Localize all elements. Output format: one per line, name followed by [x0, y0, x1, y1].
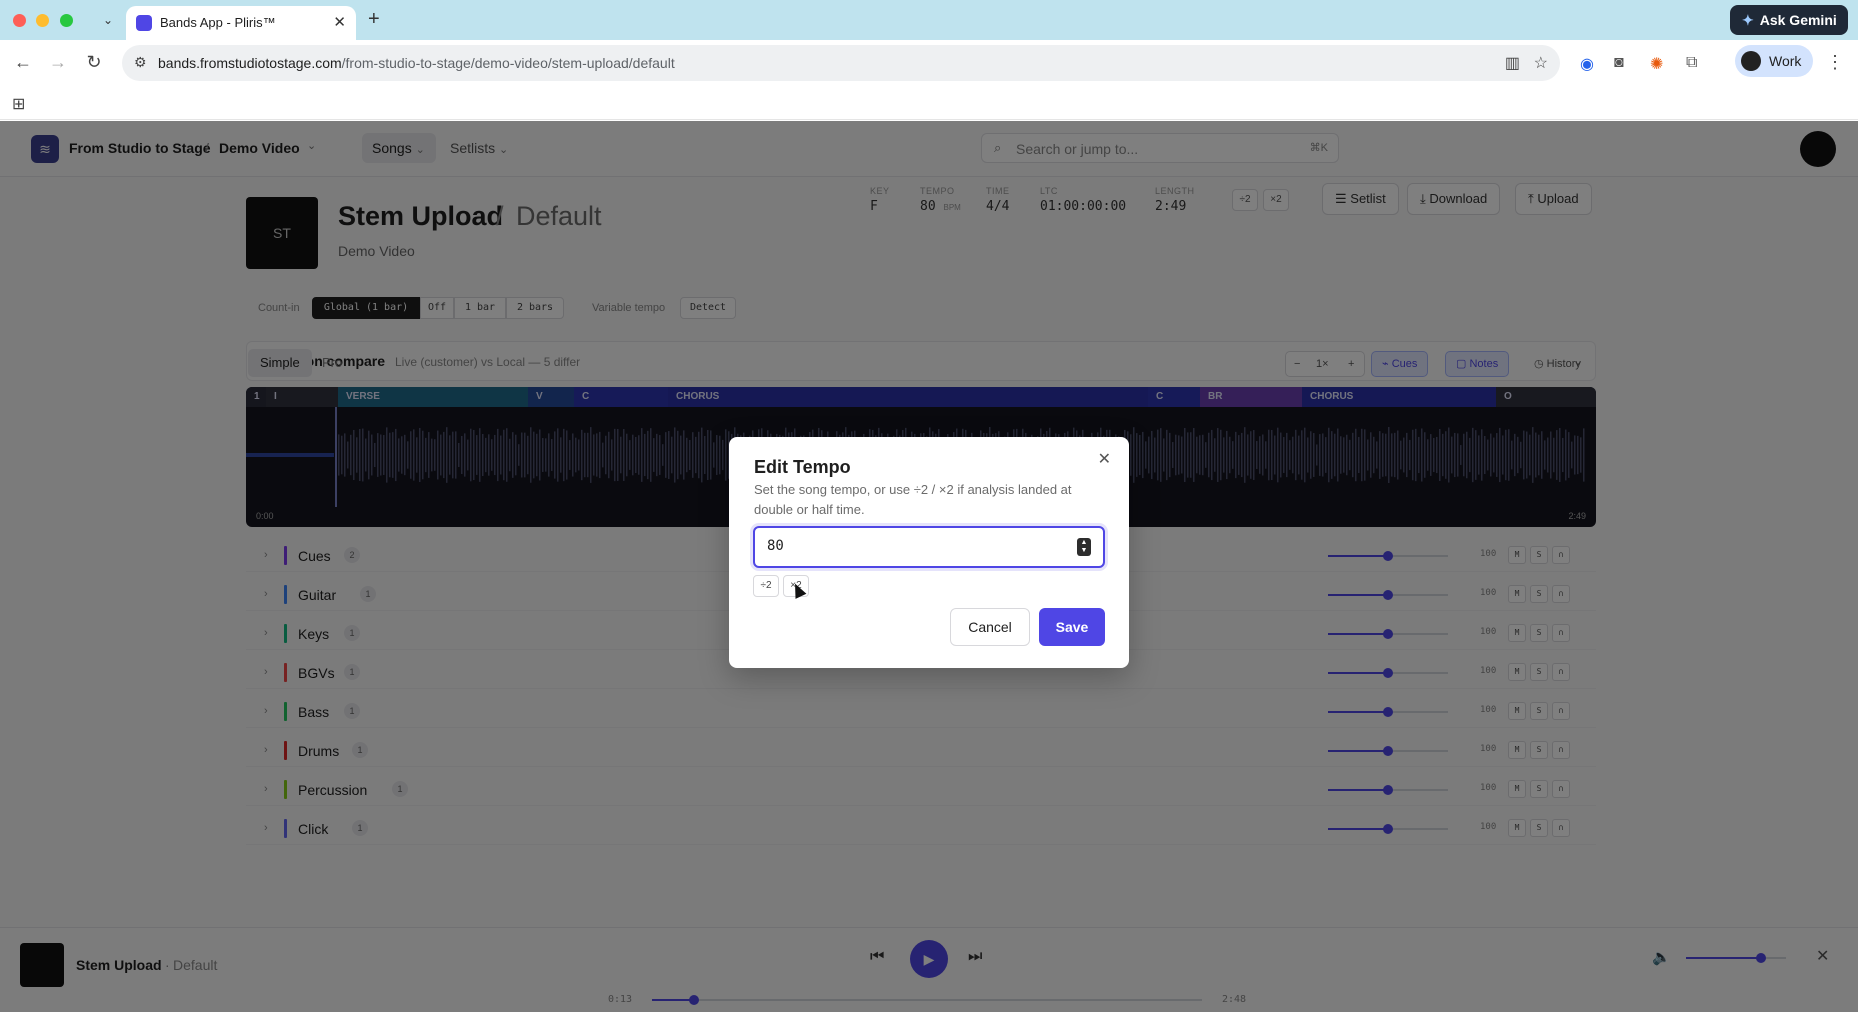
browser-tab[interactable]: Bands App - Pliris™ ✕ [126, 6, 356, 40]
camera-extension-icon[interactable]: ◙ [1614, 54, 1624, 72]
browser-tab-strip: ⌄ Bands App - Pliris™ ✕ + ✦ Ask Gemini [0, 0, 1858, 40]
new-tab-button[interactable]: + [368, 8, 380, 31]
edit-tempo-dialog: Edit Tempo ✕ Set the song tempo, or use … [729, 437, 1129, 668]
password-extension-icon[interactable]: ◉ [1580, 54, 1594, 74]
tab-search-chevron-icon[interactable]: ⌄ [98, 10, 118, 30]
tempo-input-value: 80 [767, 538, 784, 554]
address-bar[interactable]: ⚙ bands.fromstudiotostage.com/from-studi… [122, 45, 1560, 81]
url-path: /from-studio-to-stage/demo-video/stem-up… [341, 55, 675, 71]
tab-title: Bands App - Pliris™ [160, 15, 276, 30]
tab-close-icon[interactable]: ✕ [333, 13, 346, 31]
reload-icon[interactable]: ↻ [83, 52, 105, 73]
sparkle-extension-icon[interactable]: ✺ [1650, 54, 1663, 74]
browser-menu-icon[interactable]: ⋮ [1826, 52, 1844, 73]
forward-arrow-icon[interactable]: → [47, 52, 69, 73]
url-text[interactable]: bands.fromstudiotostage.com/from-studio-… [158, 55, 675, 71]
reading-mode-icon[interactable]: ▥ [1505, 53, 1520, 73]
gemini-sparkle-icon: ✦ [1742, 12, 1754, 28]
window-close-button[interactable] [13, 14, 26, 27]
save-button[interactable]: Save [1039, 608, 1105, 646]
extensions-puzzle-icon[interactable]: ⧉ [1686, 54, 1697, 72]
dialog-title: Edit Tempo [754, 457, 851, 477]
bookmark-star-icon[interactable]: ☆ [1534, 53, 1548, 73]
cancel-button[interactable]: Cancel [950, 608, 1030, 646]
site-info-icon[interactable]: ⚙ [134, 54, 147, 71]
tempo-input[interactable]: 80 ▲ ▼ [753, 526, 1105, 568]
apps-grid-icon[interactable]: ⊞ [12, 94, 25, 114]
dialog-description: Set the song tempo, or use ÷2 / ×2 if an… [754, 482, 1072, 517]
profile-button[interactable]: Work [1735, 45, 1813, 77]
window-maximize-button[interactable] [60, 14, 73, 27]
tab-favicon-icon [136, 15, 152, 31]
ask-gemini-button[interactable]: ✦ Ask Gemini [1730, 5, 1848, 35]
url-domain: bands.fromstudiotostage.com [158, 55, 342, 71]
dialog-half-tempo-button[interactable]: ÷2 [753, 575, 779, 597]
profile-avatar [1741, 51, 1761, 71]
bookmarks-bar: ⊞ [0, 86, 1858, 120]
browser-toolbar: ← → ↻ ⚙ bands.fromstudiotostage.com/from… [0, 40, 1858, 86]
tempo-stepper-icon[interactable]: ▲ ▼ [1077, 538, 1091, 556]
app-root: ≋ From Studio to Stage / Demo Video ⌄ So… [0, 121, 1858, 1012]
ask-gemini-label: Ask Gemini [1759, 12, 1837, 28]
back-arrow-icon[interactable]: ← [12, 52, 34, 73]
profile-label: Work [1769, 53, 1802, 69]
window-minimize-button[interactable] [36, 14, 49, 27]
dialog-close-icon[interactable]: ✕ [1098, 449, 1111, 469]
